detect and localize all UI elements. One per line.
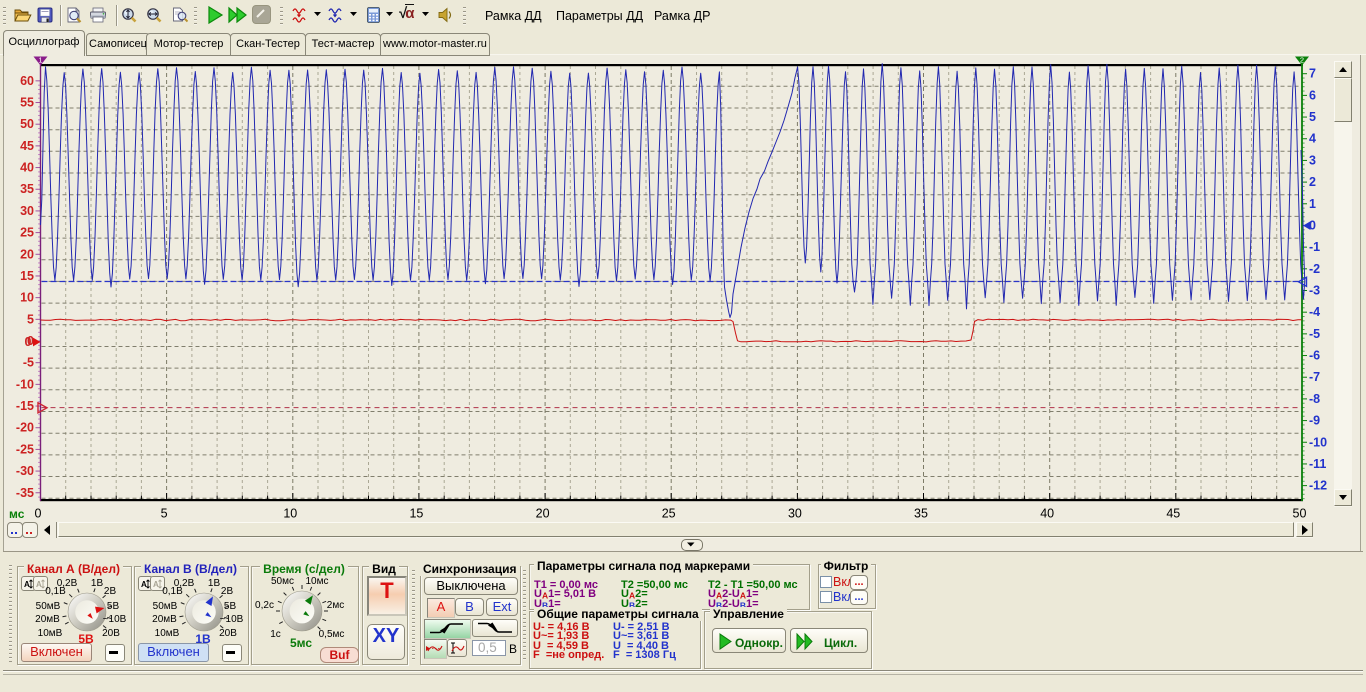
svg-text:7: 7 bbox=[1309, 67, 1316, 81]
svg-text:50: 50 bbox=[1293, 507, 1307, 521]
svg-text:5: 5 bbox=[1309, 110, 1316, 124]
svg-text:20: 20 bbox=[20, 247, 34, 261]
svg-text:6: 6 bbox=[1309, 88, 1316, 102]
svg-text:-10: -10 bbox=[16, 377, 34, 391]
svg-text:-4: -4 bbox=[1309, 305, 1320, 319]
svg-text:-9: -9 bbox=[1309, 414, 1320, 428]
svg-text:45: 45 bbox=[20, 139, 34, 153]
svg-text:1: 1 bbox=[38, 56, 42, 65]
svg-text:2: 2 bbox=[1309, 175, 1316, 189]
svg-text:40: 40 bbox=[1040, 507, 1054, 521]
svg-text:15: 15 bbox=[20, 269, 34, 283]
svg-text:40: 40 bbox=[20, 161, 34, 175]
svg-text:A: A bbox=[24, 580, 30, 589]
svg-text:A: A bbox=[153, 580, 159, 589]
svg-text:35: 35 bbox=[20, 182, 34, 196]
svg-text:25: 25 bbox=[662, 507, 676, 521]
svg-text:2: 2 bbox=[1300, 56, 1304, 65]
svg-text:-3: -3 bbox=[1309, 284, 1320, 298]
svg-text:-5: -5 bbox=[1309, 327, 1320, 341]
svg-text:25: 25 bbox=[20, 226, 34, 240]
svg-text:60: 60 bbox=[20, 74, 34, 88]
svg-text:-8: -8 bbox=[1309, 392, 1320, 406]
svg-text:20: 20 bbox=[536, 507, 550, 521]
svg-text:50: 50 bbox=[20, 117, 34, 131]
svg-text:35: 35 bbox=[914, 507, 928, 521]
svg-text:-6: -6 bbox=[1309, 349, 1320, 363]
svg-text:-30: -30 bbox=[16, 464, 34, 478]
svg-text:A: A bbox=[36, 580, 42, 589]
svg-text:10: 10 bbox=[283, 507, 297, 521]
svg-text:-7: -7 bbox=[1309, 370, 1320, 384]
svg-text:-11: -11 bbox=[1309, 457, 1326, 471]
svg-text:-2: -2 bbox=[1309, 262, 1320, 276]
svg-text:3: 3 bbox=[1309, 153, 1316, 167]
svg-text:30: 30 bbox=[20, 204, 34, 218]
svg-text:45: 45 bbox=[1166, 507, 1180, 521]
svg-text:5: 5 bbox=[27, 312, 34, 326]
svg-text:A: A bbox=[141, 580, 147, 589]
svg-text:4: 4 bbox=[1309, 132, 1316, 146]
svg-text:-25: -25 bbox=[16, 442, 34, 456]
svg-text:5: 5 bbox=[161, 507, 168, 521]
svg-text:мс: мс bbox=[9, 507, 25, 521]
svg-text:0: 0 bbox=[35, 507, 42, 521]
svg-text:-12: -12 bbox=[1309, 479, 1327, 493]
svg-text:-10: -10 bbox=[1309, 435, 1327, 449]
svg-text:-20: -20 bbox=[16, 421, 34, 435]
svg-text:-35: -35 bbox=[16, 486, 34, 500]
svg-text:-15: -15 bbox=[16, 399, 34, 413]
svg-text:15: 15 bbox=[409, 507, 423, 521]
svg-text:55: 55 bbox=[20, 96, 34, 110]
svg-text:30: 30 bbox=[788, 507, 802, 521]
svg-text:1: 1 bbox=[1309, 197, 1316, 211]
svg-text:-5: -5 bbox=[23, 356, 34, 370]
svg-text:0: 0 bbox=[25, 335, 32, 349]
svg-text:-1: -1 bbox=[1309, 240, 1320, 254]
svg-text:10: 10 bbox=[20, 291, 34, 305]
